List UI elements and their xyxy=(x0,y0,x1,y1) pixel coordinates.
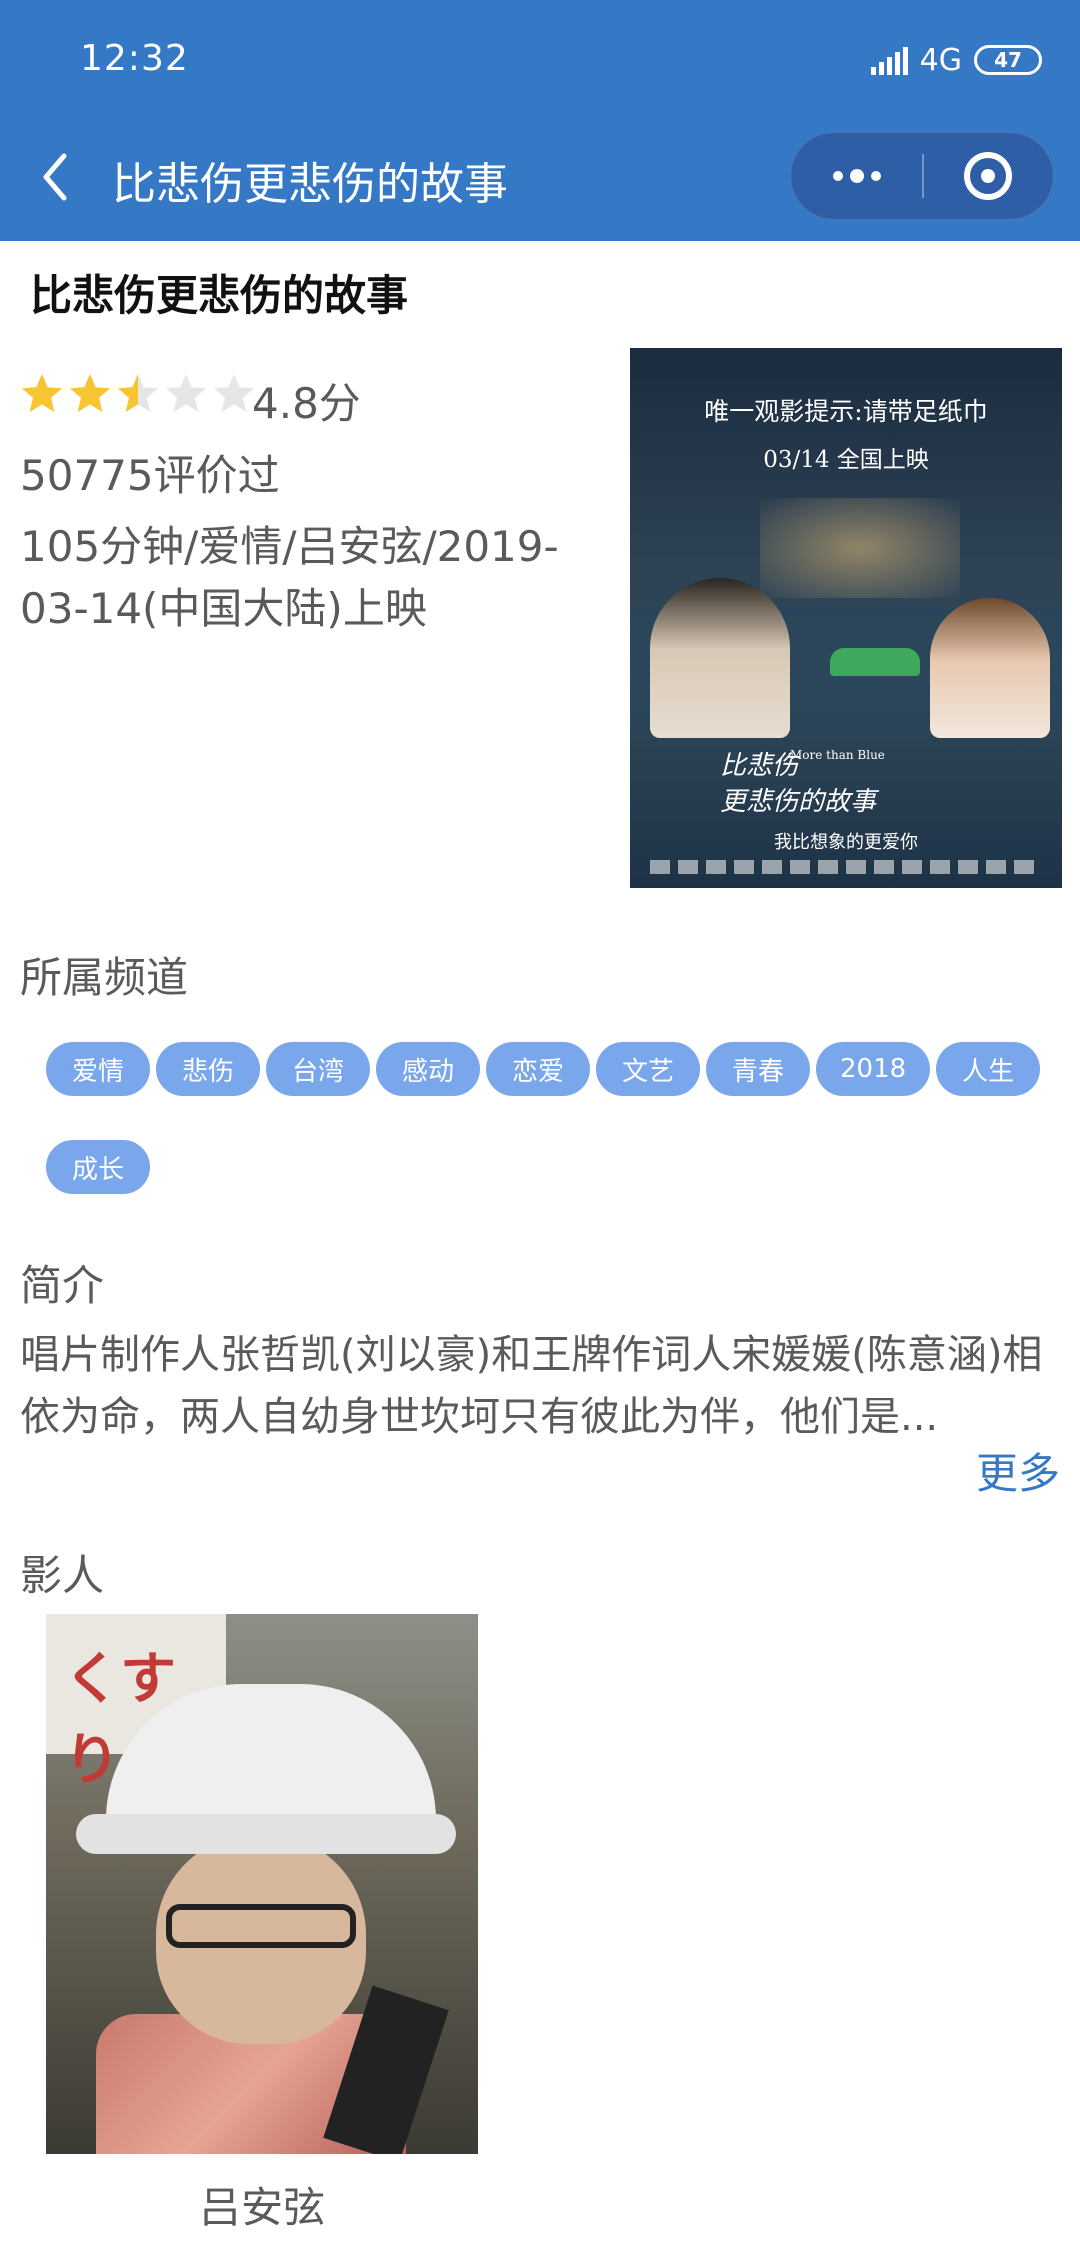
close-miniprogram-button[interactable] xyxy=(924,132,1053,220)
channel-tag[interactable]: 感动 xyxy=(376,1042,480,1096)
dot-icon xyxy=(870,171,881,181)
poster-lamp xyxy=(830,648,920,676)
movie-poster[interactable]: 唯一观影提示:请带足纸巾 03/14 全国上映 比悲伤 更悲伤的故事 More … xyxy=(630,348,1062,888)
rating-count: 50775评价过 xyxy=(20,451,280,500)
channel-tag[interactable]: 悲伤 xyxy=(156,1042,260,1096)
poster-light xyxy=(760,498,960,598)
poster-tagline: 我比想象的更爱你 xyxy=(774,832,918,853)
channel-tag[interactable]: 2018 xyxy=(816,1042,931,1096)
channel-tag[interactable]: 青春 xyxy=(706,1042,810,1096)
star-icon xyxy=(214,374,254,412)
network-label: 4G xyxy=(919,42,962,78)
dot-icon xyxy=(832,171,843,181)
channel-tag[interactable]: 人生 xyxy=(936,1042,1041,1096)
battery-level: 47 xyxy=(994,48,1022,72)
intro-text: 唱片制作人张哲凯(刘以豪)和王牌作词人宋媛媛(陈意涵)相依为命，两人自幼身世坎坷… xyxy=(20,1332,1043,1440)
cast-photo[interactable]: くすり xyxy=(46,1614,478,2154)
movie-meta: 105分钟/爱情/吕安弦/2019-03-14(中国大陆)上映 xyxy=(20,522,559,633)
target-circle-icon xyxy=(964,152,1013,200)
poster-release-line: 03/14 全国上映 xyxy=(763,447,929,473)
battery-icon: 47 xyxy=(974,45,1042,75)
poster-english-title: More than Blue xyxy=(790,748,885,762)
cast-label: 影人 xyxy=(20,1551,105,1600)
miniprogram-capsule xyxy=(790,132,1054,220)
poster-credits xyxy=(650,860,1042,874)
channel-tag[interactable]: 台湾 xyxy=(266,1042,370,1096)
more-options-button[interactable] xyxy=(791,132,922,220)
back-button[interactable] xyxy=(30,147,80,207)
rating-score: 4.8分 xyxy=(252,379,361,428)
intro-more-link[interactable]: 更多 xyxy=(976,1440,1060,1501)
nav-title: 比悲伤更悲伤的故事 xyxy=(112,159,508,210)
status-icons: 4G 47 xyxy=(870,38,1042,82)
channel-tag[interactable]: 成长 xyxy=(46,1140,150,1194)
poster-figure-female xyxy=(930,598,1050,738)
star-icon xyxy=(70,374,110,412)
star-icon xyxy=(118,374,158,412)
cast-name[interactable]: 吕安弦 xyxy=(46,2174,478,2235)
channel-tag[interactable]: 文艺 xyxy=(596,1042,700,1096)
channel-tag[interactable]: 爱情 xyxy=(46,1042,150,1096)
rating-stars xyxy=(20,372,256,416)
dot-icon xyxy=(849,169,864,183)
chevron-left-icon xyxy=(43,153,67,201)
channel-tag[interactable]: 恋爱 xyxy=(486,1042,590,1096)
movie-title: 比悲伤更悲伤的故事 xyxy=(30,271,409,320)
status-time: 12:32 xyxy=(80,38,189,79)
header-bar: 12:32 4G 47 比悲伤更悲伤的故事 xyxy=(0,0,1080,241)
signal-icon xyxy=(870,45,908,75)
poster-figure-male xyxy=(650,578,790,738)
star-icon xyxy=(166,374,206,412)
channels-label: 所属频道 xyxy=(20,953,189,1002)
star-icon xyxy=(22,374,62,412)
channel-tags: 爱情 悲伤 台湾 感动 恋爱 文艺 青春 2018 人生成长 xyxy=(46,1042,1056,1194)
intro-label: 简介 xyxy=(20,1261,105,1310)
poster-top-line: 唯一观影提示:请带足纸巾 xyxy=(704,397,988,426)
